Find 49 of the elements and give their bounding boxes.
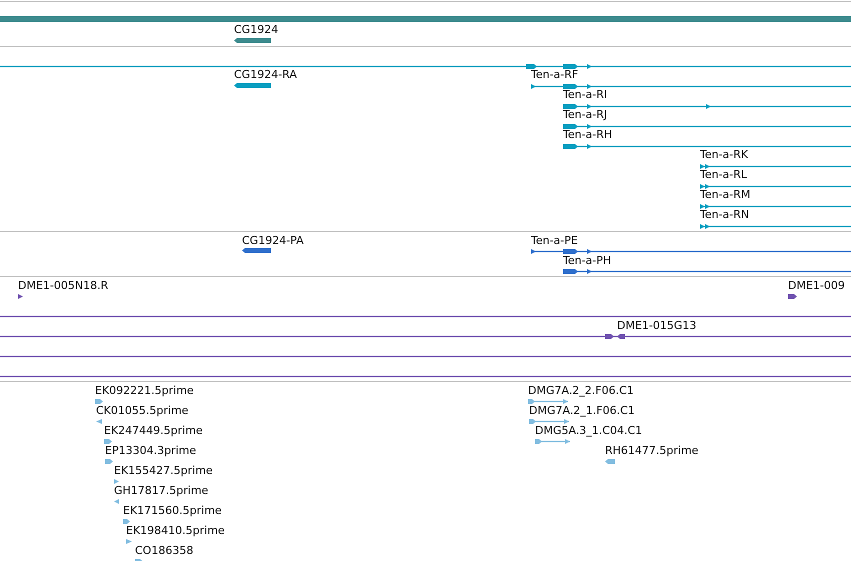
feature-label: EK247449.5prime [104, 424, 203, 437]
feature-label: Ten-a-RL [700, 168, 748, 181]
feature-label: Ten-a-RH [563, 128, 612, 141]
feature-label: Ten-a-PE [531, 234, 578, 247]
feature-glyph[interactable] [234, 37, 271, 44]
feature-label: Ten-a-RI [563, 88, 608, 101]
feature-label: DME1-005N18.R [18, 279, 108, 292]
feature-label: CG1924-RA [234, 68, 297, 81]
feature-label: Ten-a-PH [563, 254, 612, 267]
feature-label: Ten-a-RF [531, 68, 578, 81]
feature-label: EK171560.5prime [123, 504, 222, 517]
feature-label: CG1924 [234, 23, 278, 36]
feature-label: GH17817.5prime [114, 484, 208, 497]
feature-glyph[interactable] [563, 268, 851, 275]
feature-label: DMG7A.2_1.F06.C1 [529, 404, 635, 417]
feature-label: DMG5A.3_1.C04.C1 [535, 424, 642, 437]
feature-line[interactable] [0, 353, 851, 360]
feature-glyph[interactable] [531, 248, 851, 255]
feature-label: DMG7A.2_2.F06.C1 [528, 384, 634, 397]
feature-glyph[interactable] [234, 82, 271, 89]
feature-label: CK01055.5prime [96, 404, 188, 417]
feature-label: EK092221.5prime [95, 384, 194, 397]
feature-label: RH61477.5prime [605, 444, 698, 457]
feature-label: DME1-015G13 [617, 319, 696, 332]
feature-label: Ten-a-RN [700, 208, 750, 221]
feature-label: EP13304.3prime [105, 444, 196, 457]
feature-glyph[interactable] [788, 293, 797, 300]
feature-label: CG1924-PA [242, 234, 304, 247]
feature-label: EK198410.5prime [126, 524, 225, 537]
feature-glyph[interactable] [531, 83, 851, 90]
feature-line[interactable] [0, 313, 851, 320]
feature-glyph[interactable] [563, 143, 851, 150]
feature-glyph[interactable] [242, 247, 271, 254]
feature-label: Ten-a-RJ [563, 108, 608, 121]
feature-glyph[interactable] [700, 183, 851, 190]
feature-glyph[interactable] [700, 203, 851, 210]
feature-label: Ten-a-RK [700, 148, 748, 161]
feature-glyph[interactable] [700, 163, 851, 170]
feature-glyph[interactable] [0, 63, 851, 70]
feature-label: CO186358 [135, 544, 194, 557]
feature-label: DME1-009 [788, 279, 845, 292]
feature-line[interactable] [0, 373, 851, 380]
feature-label: Ten-a-RM [700, 188, 750, 201]
feature-glyph[interactable] [18, 293, 23, 300]
feature-glyph[interactable] [563, 103, 851, 110]
feature-glyph[interactable] [563, 123, 851, 130]
feature-glyph[interactable] [0, 333, 851, 340]
feature-label: EK155427.5prime [114, 464, 213, 477]
feature-glyph[interactable] [700, 223, 851, 230]
